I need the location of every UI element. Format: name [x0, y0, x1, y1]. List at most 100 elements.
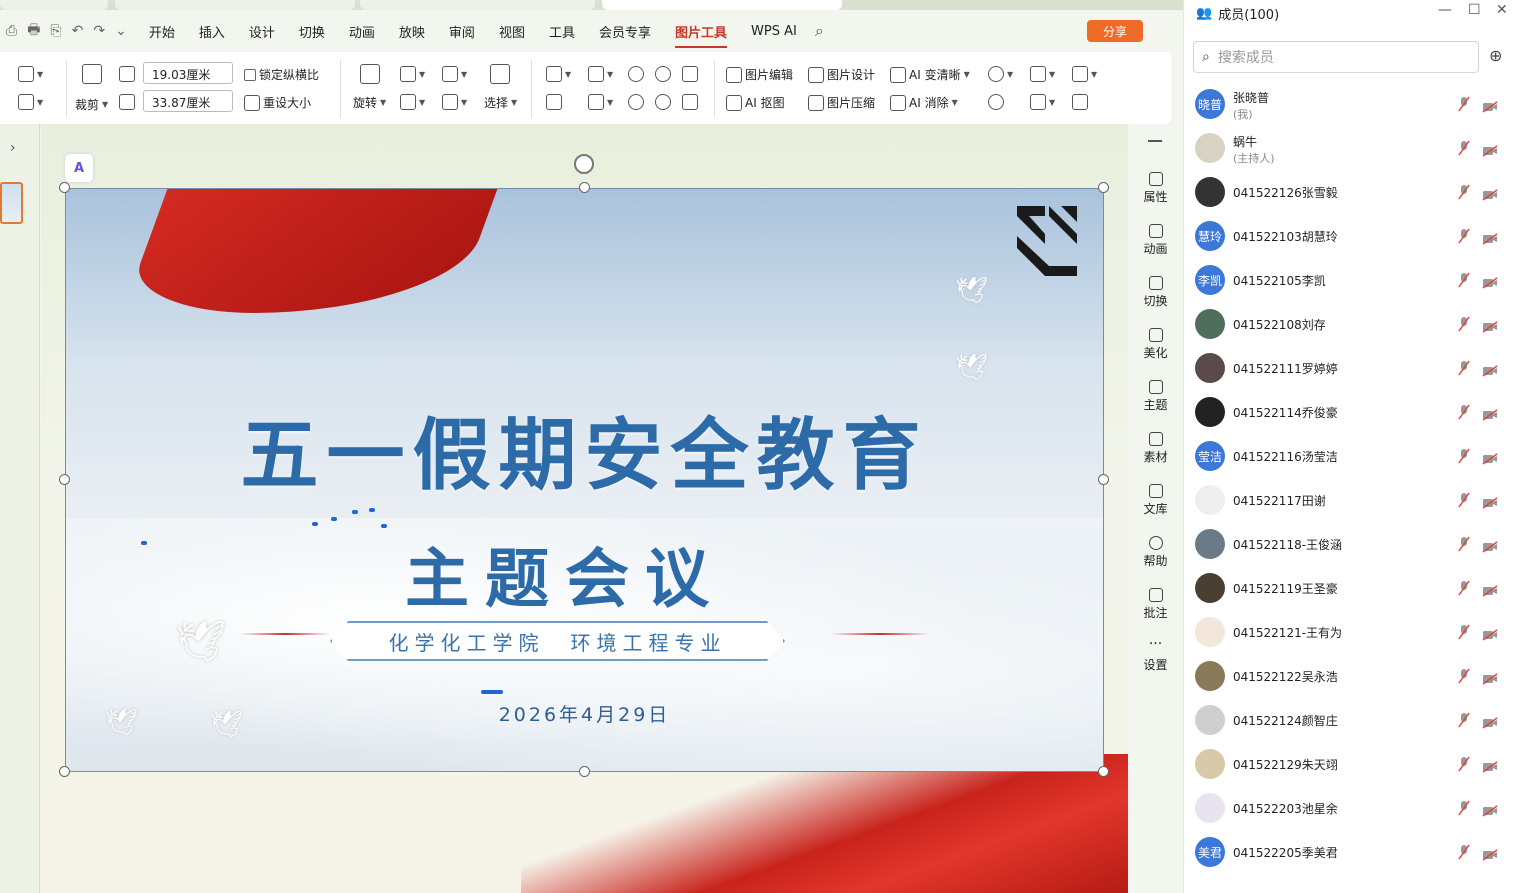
picture-to-text-button[interactable]: ▼	[1030, 66, 1055, 82]
collapse-icon[interactable]	[1148, 140, 1162, 142]
split-button[interactable]	[988, 94, 1004, 110]
reset-size-button[interactable]: 重设大小	[244, 94, 311, 111]
print-preview-icon[interactable]: ⎘	[50, 23, 61, 39]
height-input[interactable]: 33.87厘米	[143, 90, 233, 112]
member-search-input[interactable]: ⌕ 搜索成员	[1193, 41, 1479, 73]
resize-handle[interactable]	[59, 182, 70, 193]
lock-ratio-checkbox[interactable]: 锁定纵横比	[244, 66, 319, 83]
mic-muted-icon[interactable]	[1458, 580, 1470, 596]
doc-tab[interactable]	[0, 0, 108, 10]
camera-off-icon[interactable]	[1482, 98, 1498, 113]
menu-home[interactable]: 开始	[149, 22, 175, 41]
ai-cutout-button[interactable]: AI 抠图	[726, 94, 785, 111]
print-icon[interactable]: 🖶	[27, 19, 40, 43]
menu-picture-tools[interactable]: 图片工具	[674, 22, 728, 48]
member-row[interactable]: 041522118-王俊涵	[1184, 522, 1514, 566]
camera-off-icon[interactable]	[1482, 626, 1498, 641]
ai-sharpen-button[interactable]: AI 变清晰 ▼	[890, 66, 970, 83]
rotate-right-icon[interactable]	[655, 66, 671, 82]
brightness-up-icon[interactable]	[628, 94, 644, 110]
doc-tab-active[interactable]	[602, 0, 842, 10]
member-row[interactable]: 041522108刘存	[1184, 302, 1514, 346]
camera-off-icon[interactable]	[1482, 714, 1498, 729]
mic-muted-icon[interactable]	[1458, 140, 1470, 156]
transparency-icon[interactable]	[682, 66, 698, 82]
picture-border-button[interactable]: ▼	[546, 66, 571, 82]
more-icon[interactable]: ⌄	[115, 23, 127, 39]
member-row[interactable]: 莹洁 041522116汤莹洁	[1184, 434, 1514, 478]
camera-off-icon[interactable]	[1482, 802, 1498, 817]
mic-muted-icon[interactable]	[1458, 316, 1470, 332]
mic-muted-icon[interactable]	[1458, 712, 1470, 728]
resize-handle[interactable]	[1098, 182, 1109, 193]
sidebar-help[interactable]: 帮助	[1128, 536, 1183, 569]
mic-muted-icon[interactable]	[1458, 800, 1470, 816]
minimize-icon[interactable]: —	[1438, 2, 1452, 18]
member-row[interactable]: 041522203池星余	[1184, 786, 1514, 830]
width-input[interactable]: 19.03厘米	[143, 62, 233, 84]
member-row[interactable]: 041522121-王有为	[1184, 610, 1514, 654]
picture-design-button[interactable]: 图片设计	[808, 66, 875, 83]
mic-muted-icon[interactable]	[1458, 96, 1470, 112]
sidebar-theme[interactable]: 主题	[1128, 380, 1183, 413]
sidebar-material[interactable]: 素材	[1128, 432, 1183, 465]
member-row[interactable]: 041522114乔俊豪	[1184, 390, 1514, 434]
mic-muted-icon[interactable]	[1458, 184, 1470, 200]
menu-insert[interactable]: 插入	[199, 22, 225, 41]
camera-off-icon[interactable]	[1482, 538, 1498, 553]
menu-design[interactable]: 设计	[249, 22, 275, 41]
member-row[interactable]: 慧玲 041522103胡慧玲	[1184, 214, 1514, 258]
mic-muted-icon[interactable]	[1458, 668, 1470, 684]
share-button[interactable]: 分享	[1087, 20, 1143, 42]
menu-transition[interactable]: 切换	[299, 22, 325, 41]
camera-off-icon[interactable]	[1482, 318, 1498, 333]
3d-effect-button[interactable]: ▼	[588, 66, 613, 82]
ai-erase-button[interactable]: AI 消除 ▼	[890, 94, 958, 111]
sidebar-animation[interactable]: 动画	[1128, 224, 1183, 257]
member-row[interactable]: 李凯 041522105李凯	[1184, 258, 1514, 302]
picture-style-button[interactable]: ▼	[18, 66, 43, 82]
send-backward-button[interactable]: ▼	[442, 94, 467, 110]
picture-effect-button[interactable]	[546, 94, 562, 110]
menu-slideshow[interactable]: 放映	[399, 22, 425, 41]
resize-handle[interactable]	[1098, 766, 1109, 777]
brightness-down-icon[interactable]	[655, 94, 671, 110]
rotate-icon[interactable]	[360, 64, 380, 84]
mic-muted-icon[interactable]	[1458, 844, 1470, 860]
member-row[interactable]: 041522129朱天翊	[1184, 742, 1514, 786]
camera-off-icon[interactable]	[1482, 274, 1498, 289]
sidebar-settings[interactable]: ··· 设置	[1128, 637, 1183, 673]
sidebar-transition[interactable]: 切换	[1128, 276, 1183, 309]
rotate-button[interactable]: 旋转 ▼	[353, 94, 386, 111]
check-button[interactable]: ▼	[1072, 66, 1097, 82]
member-row[interactable]: 蜗牛 (主持人)	[1184, 126, 1514, 170]
camera-off-icon[interactable]	[1482, 186, 1498, 201]
search-icon[interactable]: ⌕	[815, 21, 824, 41]
layout-button[interactable]: ▼	[18, 94, 43, 110]
color-fill-button[interactable]: ▼	[588, 94, 613, 110]
sidebar-comment[interactable]: 批注	[1128, 588, 1183, 621]
slide-picture[interactable]: 🕊 🕊 🕊 🕊 🕊 五一假期安全教育 主题会议 化学化工学院 环境工程专业 20…	[65, 188, 1104, 772]
camera-off-icon[interactable]	[1482, 406, 1498, 421]
mic-muted-icon[interactable]	[1458, 536, 1470, 552]
member-row[interactable]: 晓普 张晓普 (我)	[1184, 82, 1514, 126]
compress-button[interactable]: 图片压缩	[808, 94, 875, 111]
mic-muted-icon[interactable]	[1458, 492, 1470, 508]
camera-off-icon[interactable]	[1482, 450, 1498, 465]
resize-handle[interactable]	[579, 182, 590, 193]
doc-tab[interactable]	[115, 0, 355, 10]
rotate-handle[interactable]	[574, 154, 594, 174]
member-row[interactable]: 041522122吴永浩	[1184, 654, 1514, 698]
picture-adjust-icon[interactable]	[682, 94, 698, 110]
maximize-icon[interactable]: ☐	[1468, 2, 1481, 18]
bring-forward-button[interactable]: ▼	[442, 66, 467, 82]
menu-view[interactable]: 视图	[499, 22, 525, 41]
rotate-left-icon[interactable]	[628, 66, 644, 82]
camera-off-icon[interactable]	[1482, 582, 1498, 597]
expand-pane-icon[interactable]: ›	[10, 140, 16, 156]
crop-button[interactable]: 裁剪 ▼	[75, 96, 108, 113]
member-row[interactable]: 041522126张雪毅	[1184, 170, 1514, 214]
camera-off-icon[interactable]	[1482, 846, 1498, 861]
image-convert-button[interactable]: ▼	[1030, 94, 1055, 110]
select-icon[interactable]	[490, 64, 510, 84]
